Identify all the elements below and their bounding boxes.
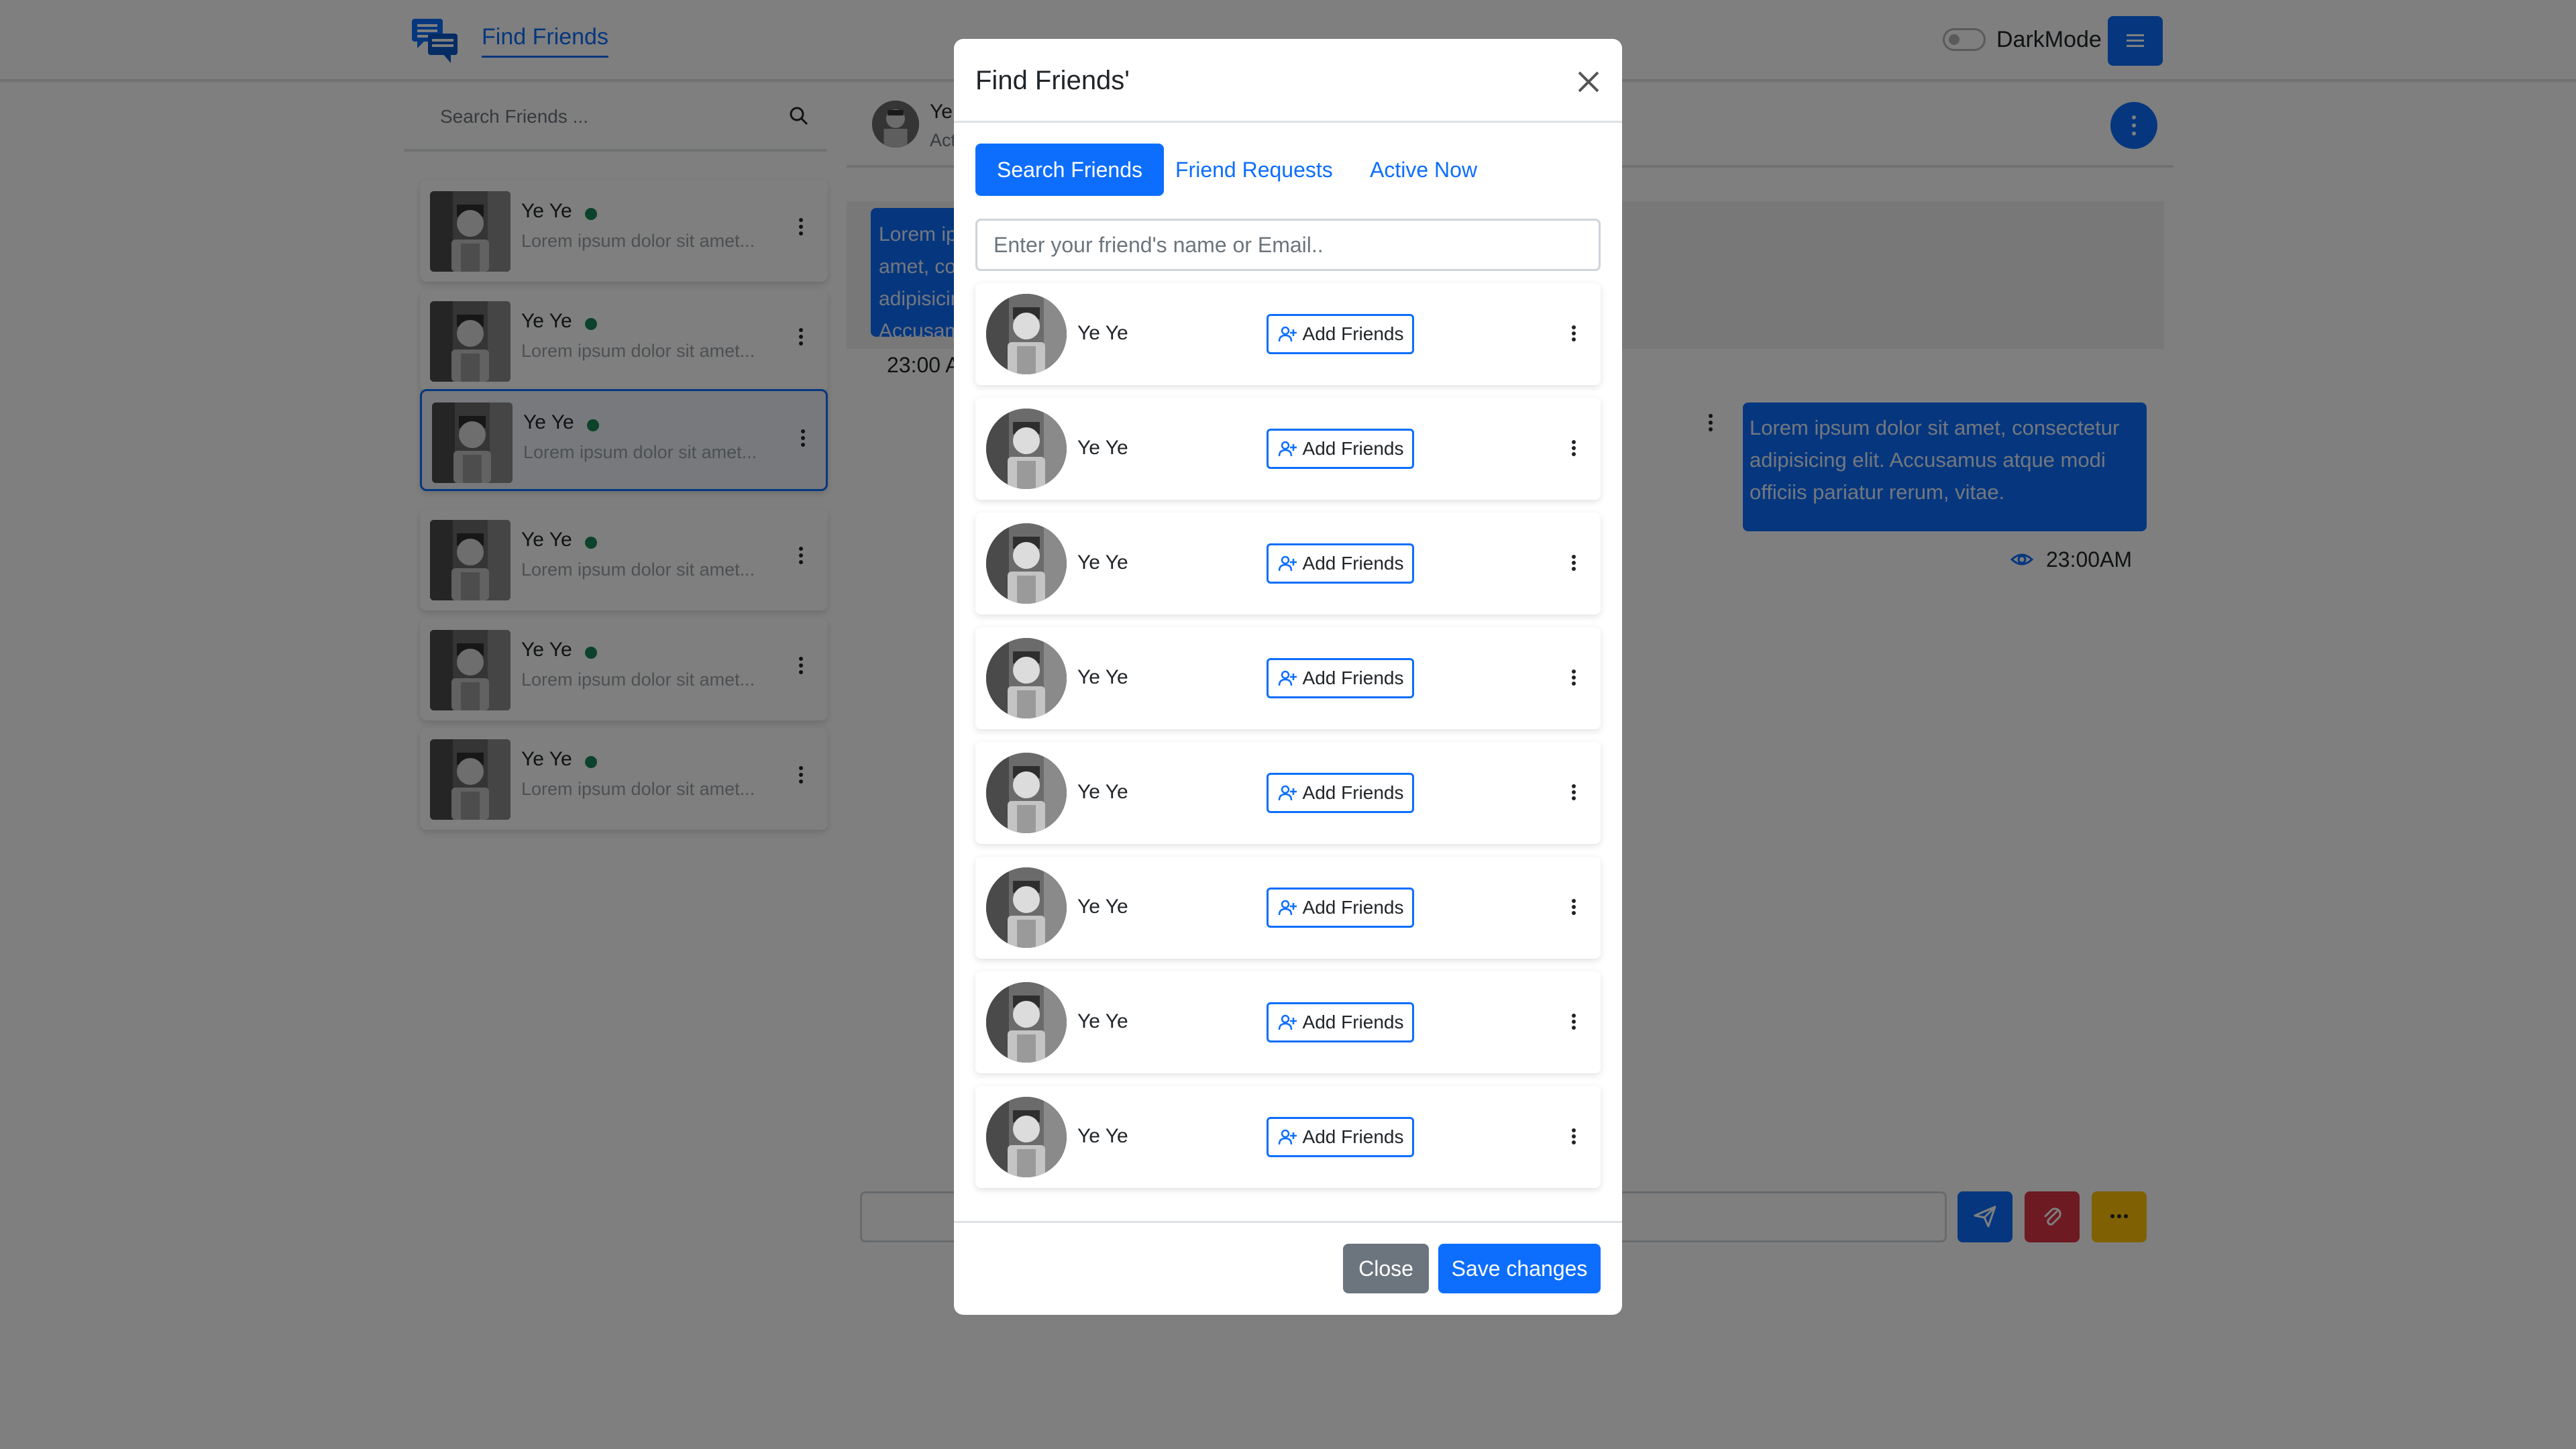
close-icon[interactable]: [1574, 67, 1603, 100]
avatar: [986, 523, 1067, 604]
add-friends-label: Add Friends: [1302, 782, 1404, 803]
add-friends-button[interactable]: Add Friends: [1267, 658, 1414, 698]
add-user-icon: [1278, 555, 1297, 572]
friend-options-button[interactable]: [1560, 890, 1587, 924]
friend-options-button[interactable]: [1560, 775, 1587, 809]
add-friends-label: Add Friends: [1302, 1012, 1404, 1032]
friend-card: Ye Ye Add Friends: [975, 971, 1601, 1073]
add-friends-label: Add Friends: [1302, 1126, 1404, 1147]
tab-friend-requests[interactable]: Friend Requests: [1154, 144, 1354, 196]
kebab-icon: [1572, 325, 1576, 341]
kebab-icon: [1572, 669, 1576, 686]
friend-card: Ye Ye Add Friends: [975, 742, 1601, 844]
add-friends-label: Add Friends: [1302, 438, 1404, 459]
add-user-icon: [1278, 326, 1297, 342]
save-changes-button[interactable]: Save changes: [1438, 1244, 1601, 1293]
avatar: [986, 867, 1067, 948]
friend-card: Ye Ye Add Friends: [975, 1086, 1601, 1188]
tab-active-now[interactable]: Active Now: [1348, 144, 1499, 196]
add-friends-label: Add Friends: [1302, 667, 1404, 688]
friend-card: Ye Ye Add Friends: [975, 627, 1601, 729]
avatar: [986, 1097, 1067, 1177]
add-user-icon: [1278, 441, 1297, 457]
friend-card: Ye Ye Add Friends: [975, 283, 1601, 385]
modal-footer-divider: [954, 1221, 1622, 1223]
avatar: [986, 753, 1067, 833]
close-button[interactable]: Close: [1343, 1244, 1429, 1293]
friend-options-button[interactable]: [1560, 661, 1587, 694]
friend-options-button[interactable]: [1560, 317, 1587, 350]
add-friends-button[interactable]: Add Friends: [1267, 314, 1414, 354]
friend-options-button[interactable]: [1560, 1005, 1587, 1038]
add-friends-button[interactable]: Add Friends: [1267, 888, 1414, 928]
avatar: [986, 982, 1067, 1063]
friend-name: Ye Ye: [1077, 1125, 1128, 1147]
friend-name: Ye Ye: [1077, 896, 1128, 918]
friend-options-button[interactable]: [1560, 431, 1587, 465]
add-user-icon: [1278, 670, 1297, 686]
avatar: [986, 294, 1067, 374]
add-friends-button[interactable]: Add Friends: [1267, 429, 1414, 469]
friend-name: Ye Ye: [1077, 437, 1128, 459]
add-user-icon: [1278, 1129, 1297, 1145]
avatar: [986, 638, 1067, 718]
modal-header-divider: [954, 121, 1622, 123]
friend-card: Ye Ye Add Friends: [975, 513, 1601, 614]
friend-name: Ye Ye: [1077, 666, 1128, 688]
friend-search-input[interactable]: [975, 219, 1601, 271]
add-user-icon: [1278, 785, 1297, 801]
friend-name: Ye Ye: [1077, 1010, 1128, 1032]
friend-name: Ye Ye: [1077, 322, 1128, 344]
add-friends-button[interactable]: Add Friends: [1267, 1002, 1414, 1042]
add-friends-label: Add Friends: [1302, 323, 1404, 344]
add-friends-button[interactable]: Add Friends: [1267, 773, 1414, 813]
friend-card: Ye Ye Add Friends: [975, 857, 1601, 959]
add-friends-button[interactable]: Add Friends: [1267, 1117, 1414, 1157]
friend-list: Ye Ye Add Friends Ye Ye Add Friends Ye Ye Add…: [975, 283, 1601, 1201]
tab-search-friends[interactable]: Search Friends: [975, 144, 1164, 196]
add-friends-label: Add Friends: [1302, 553, 1404, 574]
friend-name: Ye Ye: [1077, 781, 1128, 803]
avatar: [986, 409, 1067, 489]
kebab-icon: [1572, 1128, 1576, 1144]
kebab-icon: [1572, 784, 1576, 800]
find-friends-modal: Find Friends' Search Friends Friend Requ…: [954, 39, 1622, 1315]
friend-card: Ye Ye Add Friends: [975, 398, 1601, 500]
kebab-icon: [1572, 1014, 1576, 1030]
modal-title: Find Friends': [975, 66, 1130, 95]
add-user-icon: [1278, 1014, 1297, 1030]
kebab-icon: [1572, 555, 1576, 571]
friend-name: Ye Ye: [1077, 551, 1128, 574]
add-friends-label: Add Friends: [1302, 897, 1404, 918]
friend-options-button[interactable]: [1560, 1120, 1587, 1153]
friend-options-button[interactable]: [1560, 546, 1587, 580]
kebab-icon: [1572, 440, 1576, 456]
add-friends-button[interactable]: Add Friends: [1267, 543, 1414, 584]
kebab-icon: [1572, 899, 1576, 915]
add-user-icon: [1278, 900, 1297, 916]
